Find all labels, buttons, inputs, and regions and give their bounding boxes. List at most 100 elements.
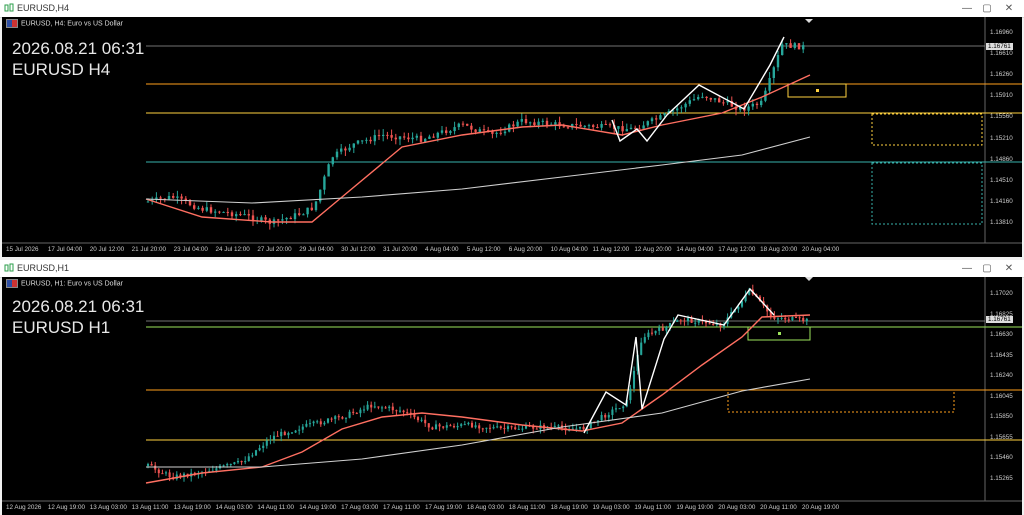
close-button[interactable]: ✕	[998, 261, 1020, 276]
time-tick-label: 17 Aug 11:00	[383, 504, 420, 511]
candle	[608, 124, 612, 126]
candle	[697, 97, 700, 100]
candle	[654, 330, 657, 334]
candle	[323, 422, 326, 425]
candle	[201, 207, 204, 211]
candle	[600, 123, 603, 128]
candle	[214, 211, 217, 213]
candle	[794, 317, 798, 319]
minimize-button[interactable]: —	[956, 261, 978, 276]
candle	[395, 410, 398, 412]
candle	[629, 127, 633, 130]
candle	[791, 317, 794, 321]
chart-window-h1: EURUSD,H1 — ▢ ✕ EURUSD, H1: Euro vs US D…	[0, 260, 1024, 515]
window-title: EURUSD,H1	[17, 263, 70, 273]
candle	[787, 319, 790, 321]
candle	[554, 122, 557, 125]
candle	[370, 404, 373, 408]
price-tick-label: 1.16045	[990, 392, 1013, 400]
candle	[647, 332, 650, 338]
candle	[344, 417, 348, 419]
time-axis-h1[interactable]: 12 Aug 2026 12 Aug 19:00 13 Aug 03:00 13 Au…	[2, 501, 1022, 515]
time-tick-label: 20 Aug 04:00	[802, 246, 840, 253]
candle	[517, 428, 520, 430]
candle	[366, 404, 369, 410]
flag-icon	[6, 19, 18, 28]
candle	[390, 135, 393, 138]
candle	[607, 414, 610, 418]
time-tick-label: 13 Aug 03:00	[89, 504, 127, 511]
window-titlebar-h1[interactable]: EURUSD,H1 — ▢ ✕	[0, 260, 1024, 278]
candle	[768, 77, 771, 91]
candle	[330, 418, 333, 420]
maximize-button[interactable]: ▢	[976, 261, 998, 276]
overlay-symbol: EURUSD H4	[12, 60, 111, 79]
window-titlebar-h4[interactable]: EURUSD,H4 — ▢ ✕	[0, 0, 1024, 18]
candle	[302, 214, 305, 216]
window-title: EURUSD,H4	[17, 3, 70, 13]
price-chart-h1[interactable]: EURUSD, H1: Euro vs US Dollar 2026.08.21…	[2, 277, 1022, 515]
candle	[760, 100, 763, 106]
time-tick-label: 12 Aug 2026	[6, 504, 42, 511]
candle	[235, 214, 238, 217]
close-button[interactable]: ✕	[998, 1, 1020, 16]
time-tick-label: 20 Aug 03:00	[718, 504, 756, 511]
candle	[161, 473, 164, 475]
candle	[285, 217, 288, 220]
candle	[578, 426, 582, 429]
candle	[713, 98, 717, 100]
time-tick-label: 6 Aug 20:00	[508, 246, 543, 253]
symbol-description: EURUSD, H1: Euro vs US Dollar	[21, 280, 123, 288]
candle	[621, 126, 624, 132]
candle	[683, 320, 686, 322]
candle	[793, 43, 796, 48]
candle	[604, 123, 607, 125]
candle	[193, 205, 196, 209]
candle	[281, 219, 284, 221]
candle	[222, 465, 225, 467]
candle	[445, 130, 448, 133]
fast-moving-average	[145, 74, 811, 223]
candle	[650, 118, 654, 122]
candle	[384, 407, 387, 409]
time-tick-label: 12 Aug 20:00	[634, 246, 672, 253]
candle	[419, 135, 423, 142]
candle	[230, 212, 234, 217]
candle	[373, 406, 376, 408]
candle	[319, 421, 322, 425]
candle	[449, 131, 452, 133]
candle	[188, 200, 192, 206]
maximize-button[interactable]: ▢	[976, 1, 998, 16]
candle	[428, 136, 431, 139]
time-axis-h4[interactable]: 15 Jul 2026 17 Jul 04:00 20 Jul 12:00 21 Ju…	[2, 243, 1022, 257]
candle	[305, 423, 308, 427]
candle	[640, 342, 643, 355]
candle	[298, 213, 301, 215]
candle	[650, 332, 654, 334]
candle	[481, 428, 484, 430]
time-tick-label: 23 Jul 04:00	[173, 246, 208, 253]
target-marker	[816, 89, 819, 92]
candle	[521, 428, 524, 430]
candle	[287, 432, 290, 436]
price-chart-h4[interactable]: EURUSD, H4: Euro vs US Dollar 2026.08.21…	[2, 17, 1022, 257]
candle	[308, 423, 312, 425]
candle	[503, 131, 507, 134]
symbol-description: EURUSD, H4: Euro vs US Dollar	[21, 20, 123, 28]
candle	[780, 317, 783, 319]
time-tick-label: 14 Aug 03:00	[215, 504, 253, 511]
time-tick-label: 27 Jul 20:00	[257, 246, 292, 253]
candle	[805, 318, 808, 322]
minimize-button[interactable]: —	[956, 1, 978, 16]
candle	[247, 456, 250, 462]
candle	[205, 207, 208, 211]
candle	[361, 140, 364, 142]
candle	[386, 134, 389, 136]
candle	[293, 213, 297, 220]
candle	[226, 464, 229, 466]
candle	[679, 320, 682, 322]
candle	[592, 125, 595, 127]
candle	[398, 136, 402, 140]
chart-canvas-h1	[2, 277, 1022, 502]
candle	[474, 129, 477, 132]
